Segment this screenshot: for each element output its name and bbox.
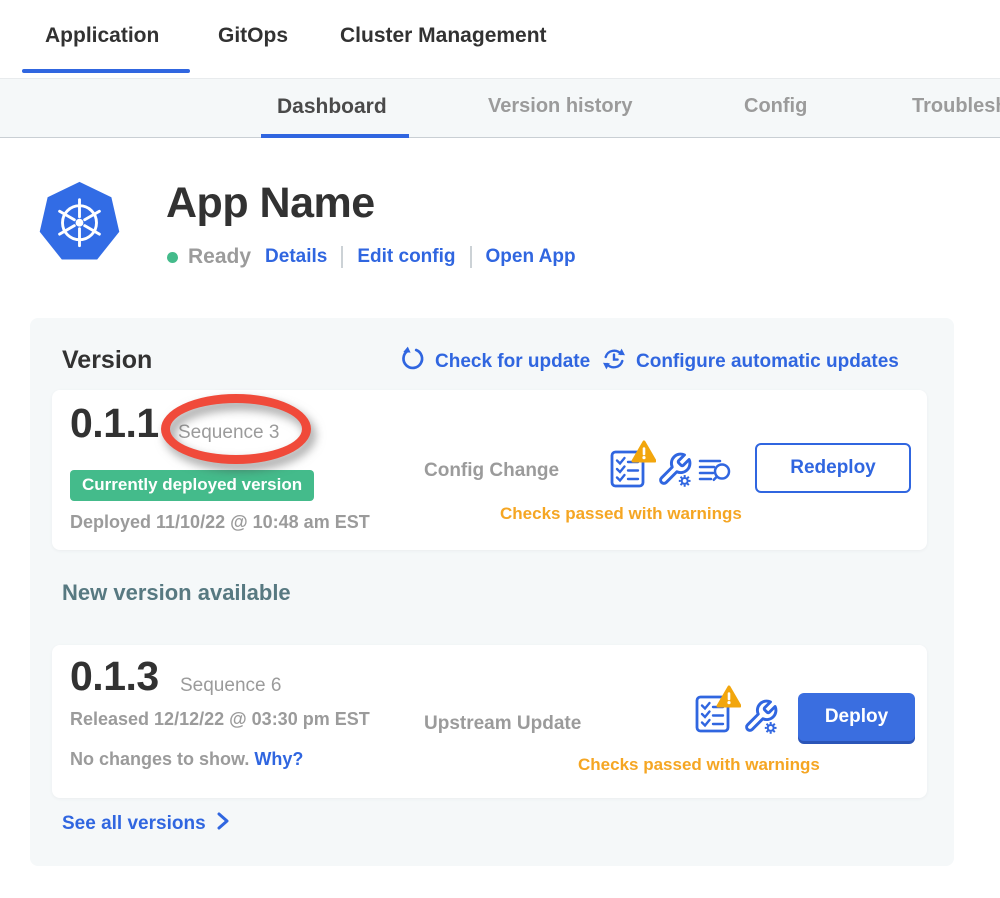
configure-automatic-updates-button[interactable]: Configure automatic updates — [601, 346, 899, 377]
configure-automatic-updates-label: Configure automatic updates — [636, 351, 899, 373]
primary-nav: Application GitOps Cluster Management — [0, 0, 1000, 78]
app-status-row: Ready Details Edit config Open App — [167, 243, 576, 271]
change-type-label: Config Change — [424, 460, 559, 482]
app-title: App Name — [166, 179, 375, 228]
current-version-card: 0.1.1 Sequence 3 Currently deployed vers… — [52, 390, 927, 550]
preflight-checks-warning-icon[interactable] — [608, 440, 656, 495]
kubernetes-logo-icon — [37, 177, 122, 265]
divider — [341, 246, 343, 268]
sub-tab-config[interactable]: Config — [744, 95, 807, 118]
status-dot-icon — [167, 252, 178, 263]
auto-update-clock-icon — [601, 346, 627, 377]
sub-tab-dashboard[interactable]: Dashboard — [277, 95, 387, 119]
new-version-available-heading: New version available — [62, 580, 291, 606]
open-app-link[interactable]: Open App — [486, 246, 576, 268]
currently-deployed-badge: Currently deployed version — [70, 470, 314, 501]
check-for-update-button[interactable]: Check for update — [400, 346, 590, 377]
refresh-icon — [400, 346, 426, 377]
new-version-sequence: Sequence 6 — [180, 675, 281, 697]
primary-tab-application[interactable]: Application — [45, 24, 159, 48]
details-link[interactable]: Details — [265, 246, 327, 268]
preflight-checks-warning-icon[interactable] — [693, 685, 741, 740]
deploy-button[interactable]: Deploy — [798, 693, 915, 741]
primary-tab-cluster-management[interactable]: Cluster Management — [340, 24, 547, 48]
edit-config-link[interactable]: Edit config — [357, 246, 455, 268]
new-version-card: 0.1.3 Sequence 6 Released 12/12/22 @ 03:… — [52, 645, 927, 798]
release-notes-search-icon[interactable] — [698, 454, 732, 493]
current-version-number: 0.1.1 — [70, 400, 159, 447]
edit-config-wrench-icon[interactable] — [656, 451, 693, 493]
redeploy-button[interactable]: Redeploy — [755, 443, 911, 493]
see-all-versions-label: See all versions — [62, 813, 206, 835]
sub-tab-version-history[interactable]: Version history — [488, 95, 633, 118]
no-changes-text: No changes to show. Why? — [70, 749, 303, 770]
new-version-number: 0.1.3 — [70, 653, 159, 700]
edit-config-wrench-icon[interactable] — [742, 698, 779, 740]
version-panel: Version Check for update — [30, 318, 954, 866]
released-timestamp: Released 12/12/22 @ 03:30 pm EST — [70, 709, 370, 730]
version-heading: Version — [62, 346, 152, 375]
active-primary-tab-underline — [22, 69, 190, 73]
divider — [470, 246, 472, 268]
app-status: Ready — [188, 245, 251, 269]
checks-status-current: Checks passed with warnings — [500, 504, 742, 524]
deployed-timestamp: Deployed 11/10/22 @ 10:48 am EST — [70, 512, 370, 533]
app-sub-nav: Dashboard Version history Config Trouble… — [0, 78, 1000, 138]
why-link[interactable]: Why? — [254, 749, 303, 769]
sub-tab-troubleshoot[interactable]: Troubleshoot — [912, 95, 1000, 118]
chevron-right-icon — [216, 812, 230, 836]
no-changes-label: No changes to show. — [70, 749, 249, 769]
change-type-label-new: Upstream Update — [424, 713, 581, 735]
checks-status-new: Checks passed with warnings — [578, 755, 820, 775]
check-for-update-label: Check for update — [435, 351, 590, 373]
current-version-sequence: Sequence 3 — [178, 422, 279, 444]
see-all-versions-link[interactable]: See all versions — [62, 812, 230, 836]
active-sub-tab-underline — [261, 134, 409, 138]
app-dashboard-page: Application GitOps Cluster Management Da… — [0, 0, 1000, 898]
primary-tab-gitops[interactable]: GitOps — [218, 24, 288, 48]
